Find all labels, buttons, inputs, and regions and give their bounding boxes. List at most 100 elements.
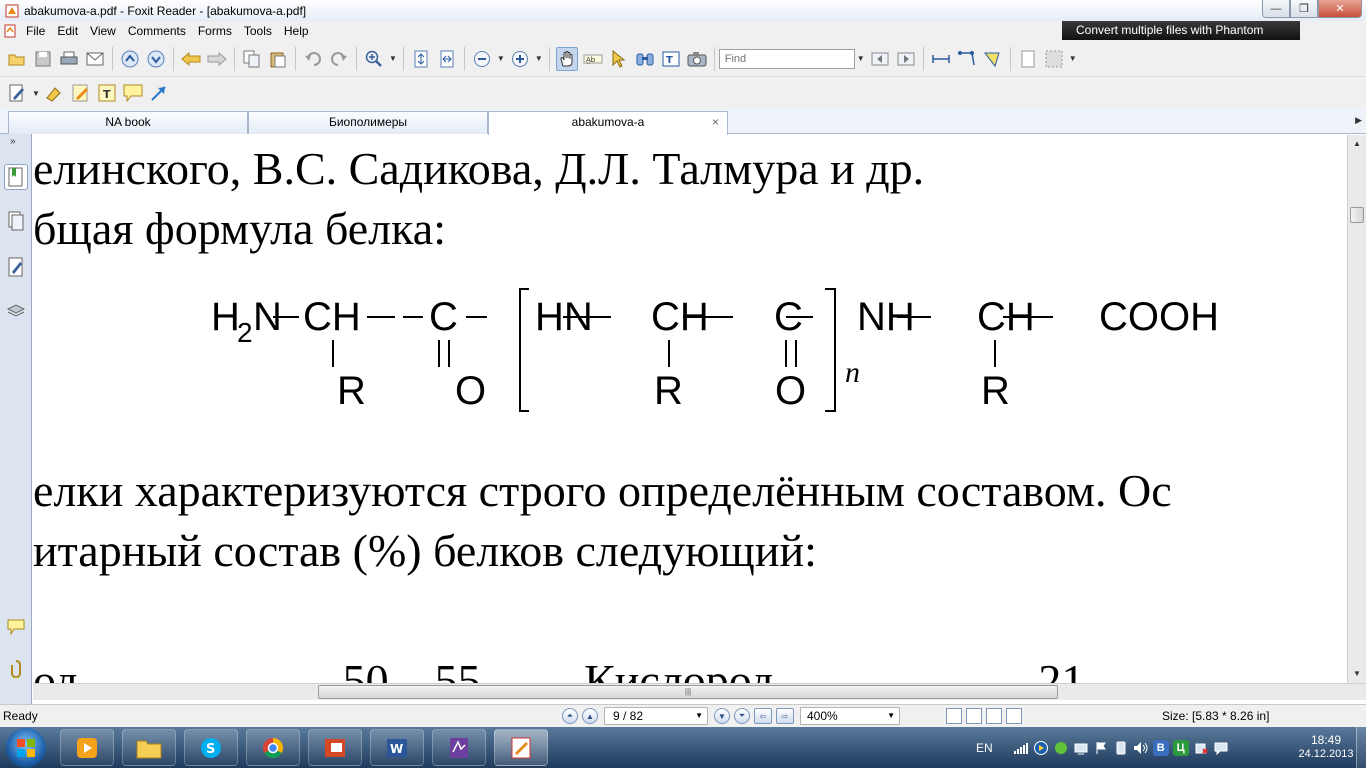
media-play-icon[interactable] — [1033, 740, 1049, 756]
flag-tray-icon[interactable] — [1093, 740, 1109, 756]
email-icon[interactable] — [84, 47, 106, 71]
typewriter-dropdown-icon[interactable]: ▼ — [32, 89, 40, 98]
next-page-icon[interactable]: ▼ — [714, 708, 730, 724]
annotations-icon[interactable] — [4, 254, 28, 280]
comments-panel-icon[interactable] — [4, 614, 28, 640]
perimeter-tool-icon[interactable] — [956, 47, 978, 71]
tab-close-icon[interactable]: × — [712, 112, 719, 133]
taskbar-skype[interactable]: S — [184, 729, 238, 766]
pages-icon[interactable] — [4, 208, 28, 234]
zoom-in-icon[interactable] — [509, 47, 531, 71]
typewriter-icon[interactable] — [6, 81, 28, 105]
input-language[interactable]: EN — [976, 741, 993, 755]
next-page-icon[interactable] — [145, 47, 167, 71]
forward-arrow-icon[interactable] — [206, 47, 228, 71]
zoom-in-tool-icon[interactable] — [363, 47, 385, 71]
horizontal-scrollbar[interactable]: ||| — [33, 683, 1366, 700]
page-number-field[interactable]: 9 / 82 ▼ — [604, 707, 708, 725]
zoom-level-field[interactable]: 400% ▼ — [800, 707, 900, 725]
single-page-icon[interactable] — [946, 708, 962, 724]
prev-page-icon[interactable]: ▲ — [582, 708, 598, 724]
undo-icon[interactable] — [302, 47, 324, 71]
find-input[interactable] — [718, 48, 855, 69]
taskbar-foxit-reader[interactable] — [494, 729, 548, 766]
zoom-tool-dropdown-icon[interactable]: ▼ — [389, 54, 397, 63]
copy-icon[interactable] — [241, 47, 263, 71]
text-box-icon[interactable]: T — [96, 81, 118, 105]
phantom-ad-banner[interactable]: Convert multiple files with Phantom — [1062, 21, 1300, 40]
binoculars-icon[interactable] — [634, 47, 656, 71]
horizontal-scroll-thumb[interactable]: ||| — [318, 685, 1058, 699]
area-tool-icon[interactable] — [982, 47, 1004, 71]
arrow-tool-icon[interactable] — [148, 81, 170, 105]
vk-tray-icon[interactable]: B — [1152, 739, 1169, 756]
find-next-icon[interactable] — [895, 47, 917, 71]
bookmarks-icon[interactable] — [4, 164, 28, 190]
fit-page-icon[interactable] — [410, 47, 432, 71]
back-arrow-icon[interactable] — [180, 47, 202, 71]
distance-tool-icon[interactable] — [930, 47, 952, 71]
signal-strength-icon[interactable] — [1013, 740, 1029, 756]
show-desktop-button[interactable] — [1356, 727, 1366, 768]
text-viewer-icon[interactable]: T — [660, 47, 682, 71]
taskbar-djvu[interactable] — [432, 729, 486, 766]
menu-view[interactable]: View — [84, 21, 122, 41]
tab-na-book[interactable]: NA book — [8, 111, 248, 134]
tab-biopolymers[interactable]: Биополимеры — [248, 111, 488, 134]
select-text-icon[interactable]: A̲b — [582, 47, 604, 71]
facing-page-icon[interactable] — [986, 708, 1002, 724]
menu-comments[interactable]: Comments — [122, 21, 192, 41]
expand-panel-icon[interactable]: » — [10, 136, 16, 147]
tab-abakumova-a[interactable]: abakumova-a × — [488, 111, 728, 135]
vertical-scroll-thumb[interactable] — [1350, 207, 1364, 223]
taskbar-media-player[interactable] — [60, 729, 114, 766]
utorrent-tray-icon[interactable]: Ц — [1172, 739, 1189, 756]
previous-view-icon[interactable]: ⇦ — [754, 708, 772, 724]
pencil-icon[interactable] — [70, 81, 92, 105]
first-page-icon[interactable]: ⏶ — [562, 708, 578, 724]
menu-tools[interactable]: Tools — [238, 21, 278, 41]
find-previous-icon[interactable] — [869, 47, 891, 71]
menu-edit[interactable]: Edit — [51, 21, 84, 41]
foxit-app-icon[interactable] — [4, 3, 20, 19]
minimize-button[interactable]: — — [1262, 0, 1290, 18]
highlight-icon[interactable] — [44, 81, 66, 105]
pattern-dropdown-icon[interactable]: ▼ — [1069, 54, 1077, 63]
scroll-up-icon[interactable]: ▲ — [1353, 139, 1361, 148]
scroll-down-icon[interactable]: ▼ — [1353, 669, 1361, 678]
open-icon[interactable] — [6, 47, 28, 71]
restore-button[interactable]: ❐ — [1290, 0, 1318, 18]
vertical-scrollbar[interactable]: ▲ ▼ — [1347, 135, 1366, 683]
redo-icon[interactable] — [328, 47, 350, 71]
action-center-icon[interactable] — [1213, 740, 1229, 756]
zoom-in-dropdown-icon[interactable]: ▼ — [535, 54, 543, 63]
rotate-page-icon[interactable] — [1017, 47, 1039, 71]
close-button[interactable]: ✕ — [1318, 0, 1362, 18]
save-icon[interactable] — [32, 47, 54, 71]
print-icon[interactable] — [58, 47, 80, 71]
tab-scroll-right-icon[interactable]: ▶ — [1355, 115, 1362, 126]
hand-tool-icon[interactable] — [555, 46, 578, 71]
menu-forms[interactable]: Forms — [192, 21, 238, 41]
device-tray-icon[interactable] — [1113, 740, 1129, 756]
menu-help[interactable]: Help — [278, 21, 315, 41]
zoom-dropdown-icon[interactable]: ▼ — [887, 708, 895, 724]
snapshot-icon[interactable] — [686, 47, 708, 71]
pattern-fill-icon[interactable] — [1043, 47, 1065, 71]
taskbar-chrome[interactable] — [246, 729, 300, 766]
attachments-icon[interactable] — [4, 656, 28, 682]
continuous-facing-icon[interactable] — [1006, 708, 1022, 724]
taskbar-powerpoint[interactable] — [308, 729, 362, 766]
layers-icon[interactable] — [4, 298, 28, 324]
continuous-page-icon[interactable] — [966, 708, 982, 724]
fit-width-icon[interactable] — [436, 47, 458, 71]
taskbar-explorer[interactable] — [122, 729, 176, 766]
zoom-out-dropdown-icon[interactable]: ▼ — [497, 54, 505, 63]
system-clock[interactable]: 18:49 24.12.2013 — [1296, 733, 1356, 761]
paste-icon[interactable] — [267, 47, 289, 71]
previous-page-icon[interactable] — [119, 47, 141, 71]
find-dropdown-icon[interactable]: ▼ — [857, 54, 865, 63]
last-page-icon[interactable]: ⏷ — [734, 708, 750, 724]
chat-tray-icon[interactable] — [1053, 740, 1069, 756]
menu-file[interactable]: File — [20, 21, 51, 41]
